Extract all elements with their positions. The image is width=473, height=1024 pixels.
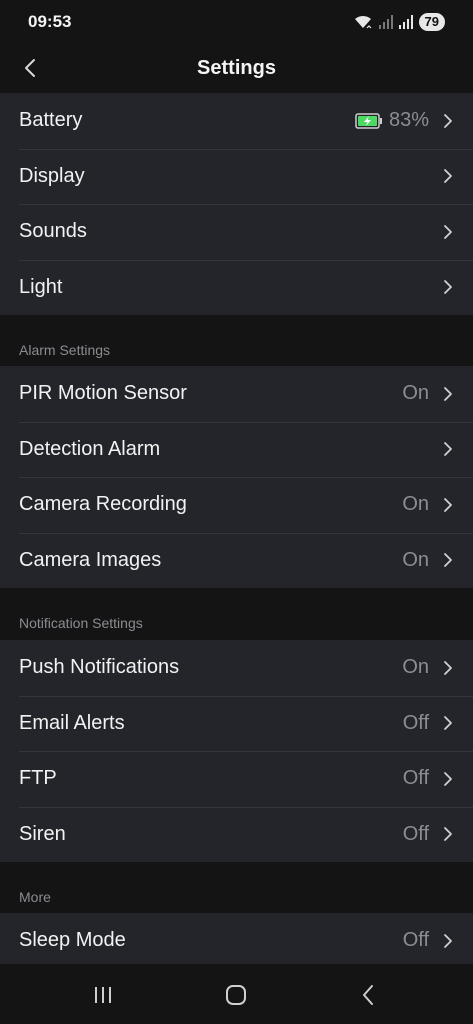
settings-row-sleep-mode[interactable]: Sleep Mode Off [0,913,473,969]
back-button[interactable] [14,50,46,86]
home-icon [226,985,246,1005]
settings-row-ftp[interactable]: FTP Off [0,751,473,807]
row-label: FTP [19,767,57,790]
more-settings-group: Sleep Mode Off [0,913,473,969]
header: Settings [0,44,473,92]
settings-row-pir-motion-sensor[interactable]: PIR Motion Sensor On [0,366,473,422]
row-label: Battery [19,109,83,132]
settings-row-light[interactable]: Light [0,259,473,316]
row-label: Camera Images [19,548,162,571]
row-label: PIR Motion Sensor [19,382,187,405]
status-battery: 79 [418,13,445,31]
page-title: Settings [197,56,276,79]
chevron-left-icon [25,59,35,77]
row-label: Sounds [19,220,87,243]
home-button[interactable] [216,980,256,1010]
chevron-right-icon [444,280,452,295]
chevron-right-icon [444,386,452,401]
settings-screen: 09:53 79 Settings Battery 83% Display So… [0,0,473,1024]
settings-row-push-notifications[interactable]: Push Notifications On [0,640,473,696]
row-value: 83% [388,109,429,132]
notification-settings-group: Push Notifications On Email Alerts Off F… [0,640,473,862]
settings-row-siren[interactable]: Siren Off [0,806,473,863]
row-label: Push Notifications [19,656,180,679]
row-label: Detection Alarm [19,437,161,460]
chevron-right-icon [444,660,452,675]
battery-charging-icon [355,113,383,129]
section-title-alarm: Alarm Settings [19,342,111,358]
alarm-settings-group: PIR Motion Sensor On Detection Alarm Cam… [0,366,473,588]
row-label: Email Alerts [19,711,125,734]
row-value: Off [402,929,429,952]
row-label: Camera Recording [19,493,187,516]
row-value: On [402,382,429,405]
settings-row-battery[interactable]: Battery 83% [0,93,473,149]
chevron-right-icon [444,442,452,457]
row-value: On [402,548,429,571]
chevron-right-icon [444,827,452,842]
wifi-icon [354,15,371,29]
row-label: Siren [19,822,66,845]
chevron-right-icon [444,933,452,948]
chevron-right-icon [444,716,452,731]
row-label: Light [19,275,63,298]
row-value: Off [402,822,429,845]
chevron-right-icon [444,497,452,512]
system-nav-bar [0,964,473,1024]
signal-icon [378,15,393,29]
status-time: 09:53 [28,12,72,31]
chevron-right-icon [444,771,452,786]
status-bar: 09:53 79 [0,0,473,44]
row-value: On [402,656,429,679]
row-value: On [402,493,429,516]
chevron-right-icon [444,224,452,239]
settings-row-detection-alarm[interactable]: Detection Alarm [0,421,473,478]
settings-row-camera-recording[interactable]: Camera Recording On [0,477,473,533]
section-title-more: More [19,889,51,905]
status-icons: 79 [353,13,445,31]
chevron-right-icon [444,169,452,184]
device-settings-group: Battery 83% Display Sounds Light [0,93,473,315]
row-label: Sleep Mode [19,929,126,952]
row-value: Off [402,767,429,790]
row-value: Off [402,711,429,734]
chevron-right-icon [444,553,452,568]
row-label: Display [19,164,85,187]
settings-row-display[interactable]: Display [0,148,473,205]
section-title-notification: Notification Settings [19,615,143,631]
chevron-right-icon [444,113,452,128]
settings-row-email-alerts[interactable]: Email Alerts Off [0,695,473,752]
signal-r-icon [398,15,413,29]
settings-row-camera-images[interactable]: Camera Images On [0,532,473,589]
settings-row-sounds[interactable]: Sounds [0,204,473,260]
back-icon [363,985,373,1005]
recent-apps-icon [95,987,111,1003]
nav-back-button[interactable] [348,980,388,1010]
recent-apps-button[interactable] [83,980,123,1010]
